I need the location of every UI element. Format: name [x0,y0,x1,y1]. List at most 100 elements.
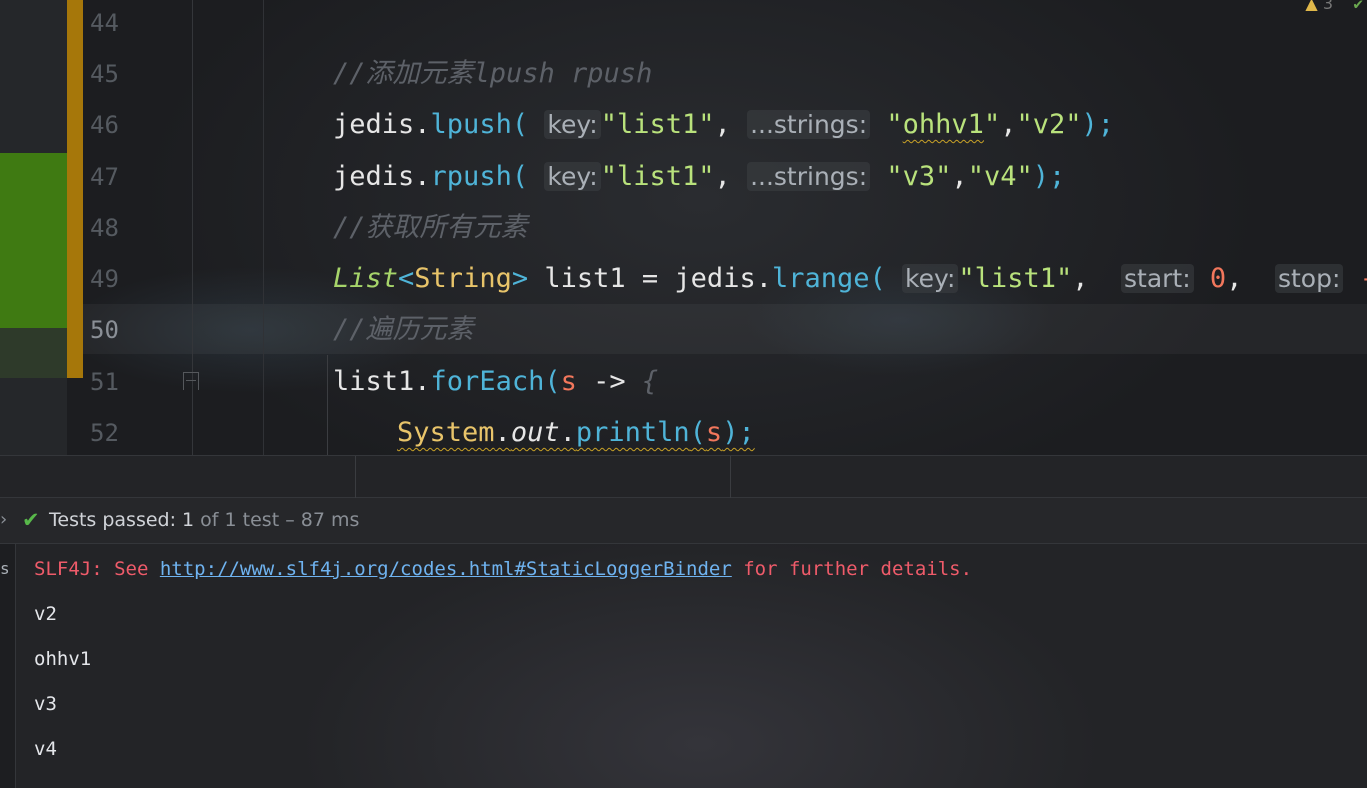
punct: < [398,263,415,294]
indent-guide [263,0,264,455]
vcs-modified-bar[interactable] [67,0,83,378]
string-literal: "v2" [1016,109,1082,140]
console-line: v4 [34,738,57,760]
inspection-widget[interactable]: ▲ 3 [1305,0,1333,13]
lambda-param: s [705,417,723,448]
identifier: list1 = [528,263,675,294]
parameter-hint: ...strings: [747,110,871,139]
code-line-46[interactable]: jedis.lpush( key: "list1", ...strings: "o… [333,100,1114,150]
string-literal: "list1" [600,161,715,192]
comment: //获取所有元素 [333,212,528,243]
punct: . [414,161,431,192]
punct: ( [689,417,706,448]
line-number: 52 [90,419,119,447]
punct: , [714,109,731,140]
console-line: v2 [34,603,57,625]
line-number: 48 [90,214,119,242]
type-name: String [414,263,512,294]
identifier: jedis [333,161,415,192]
parameter-hint: stop: [1274,264,1344,293]
punct: > [511,263,529,294]
test-result-text: Tests passed: 1 of 1 test – 87 ms [49,498,359,542]
test-result-detail: of 1 test – 87 ms [194,509,360,531]
comment: //遍历元素 [333,314,474,345]
console-gutter: s [0,544,16,788]
type-name: List [333,263,399,294]
vcs-added-marker [0,153,67,328]
parameter-hint: key: [902,264,959,293]
string-literal: "list1" [600,109,715,140]
divider [355,456,356,499]
line-number: 46 [90,111,119,139]
code-line-47[interactable]: jedis.rpush( key: "list1", ...strings: "v… [333,152,1065,202]
punct: , [1226,263,1243,294]
string-literal: " [983,109,1001,140]
code-editor[interactable]: ▲ 3 ✔ 44 45 46 47 48 49 50 51 52 //添加元素l… [0,0,1367,455]
test-result-label: Tests passed: [49,509,183,531]
lambda-arrow: -> [576,366,642,397]
code-line-45[interactable]: //添加元素lpush rpush [333,49,652,99]
punct: ( [869,263,886,294]
check-icon: ✔ [22,508,40,532]
punct: . [414,109,431,140]
line-number: 44 [90,9,119,37]
code-line-52[interactable]: System.out.println(s); [397,408,755,455]
current-line-highlight [83,304,1367,354]
console-error-text: for further details. [731,558,973,580]
punct: , [714,161,731,192]
punct: . [755,263,772,294]
identifier: jedis [333,109,415,140]
method-name: rpush [430,161,512,192]
code-line-49[interactable]: List<String> list1 = jedis.lrange( key: "… [333,254,1367,304]
test-status-bar: › ✔ Tests passed: 1 of 1 test – 87 ms [0,498,1367,544]
parameter-hint: ...strings: [747,162,871,191]
identifier: list1 [333,366,415,397]
console-output[interactable]: s SLF4J: See http://www.slf4j.org/codes.… [0,544,1367,788]
test-passed-count: 1 [182,509,195,531]
inspection-check-icon[interactable]: ✔ [1353,0,1363,13]
string-literal: " [886,109,903,140]
method-name: forEach [430,366,545,397]
line-number-current: 50 [90,316,119,344]
console-gutter-label: s [0,559,10,578]
method-name: println [575,417,690,448]
punct: ); [1032,161,1066,192]
line-number: 51 [90,368,119,396]
string-literal: "v3" [886,161,952,192]
punct: { [641,366,659,397]
number-literal: -1 [1360,263,1367,294]
punct: . [494,417,511,448]
identifier: jedis [674,263,756,294]
punct: ); [1081,109,1115,140]
expand-chevron-icon[interactable]: › [0,498,7,542]
punct: ( [511,109,529,140]
class-name: System [397,417,495,448]
parameter-hint: key: [544,110,601,139]
console-line: SLF4J: See http://www.slf4j.org/codes.ht… [34,556,972,582]
console-line: v3 [34,693,57,715]
line-number: 47 [90,163,119,191]
warning-icon: ▲ [1305,0,1318,13]
code-line-50[interactable]: //遍历元素 [333,305,474,355]
static-field: out [510,417,560,448]
comment: //添加元素lpush rpush [333,58,653,89]
method-name: lrange [771,263,870,294]
lambda-param: s [560,366,577,397]
line-number: 49 [90,265,119,293]
indent-guide-inner [327,355,328,455]
code-line-48[interactable]: //获取所有元素 [333,203,528,253]
punct: ( [544,366,561,397]
fold-icon[interactable] [183,372,199,390]
string-literal-typo: ohhv1 [902,109,984,140]
console-error-text: SLF4J: See [34,558,160,580]
method-name: lpush [430,109,512,140]
code-line-51[interactable]: list1.forEach(s -> { [333,357,658,407]
punct: . [414,366,431,397]
parameter-hint: start: [1121,264,1194,293]
punct: . [559,417,576,448]
punct: , [1072,263,1089,294]
vcs-added-marker-dim [0,328,67,378]
string-literal: "list1" [958,263,1073,294]
line-number: 45 [90,60,119,88]
console-link[interactable]: http://www.slf4j.org/codes.html#StaticLo… [160,558,732,580]
